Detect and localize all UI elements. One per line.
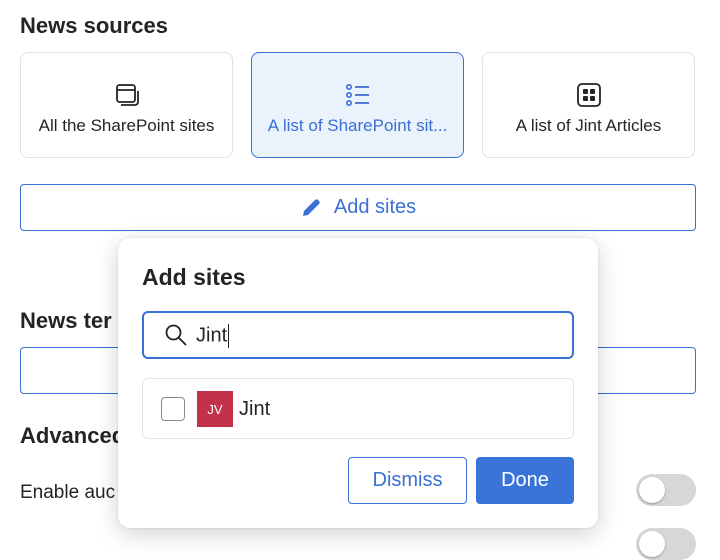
source-option-label: All the SharePoint sites	[38, 116, 215, 135]
site-search-input[interactable]: Jint	[142, 311, 574, 359]
add-sites-popup: Add sites Jint JV Jint Dismiss Done	[118, 238, 598, 528]
add-sites-label: Add sites	[333, 196, 417, 218]
news-template-title: News ter	[20, 308, 112, 333]
toggle-knob	[639, 477, 665, 503]
toggle-knob	[639, 531, 665, 557]
search-icon	[165, 324, 187, 346]
popup-title: Add sites	[142, 264, 246, 290]
grid-icon	[576, 83, 601, 107]
search-value: Jint	[196, 324, 230, 348]
source-option-jint-articles[interactable]: A list of Jint Articles	[482, 52, 695, 158]
site-checkbox[interactable]	[161, 397, 185, 421]
window-stack-icon	[115, 84, 139, 106]
dismiss-button[interactable]: Dismiss	[348, 457, 467, 504]
news-sources-title: News sources	[20, 13, 168, 38]
pencil-icon	[302, 198, 320, 216]
list-icon	[345, 83, 369, 106]
second-toggle[interactable]	[636, 528, 696, 560]
source-option-site-list[interactable]: A list of SharePoint sit...	[251, 52, 464, 158]
enable-toggle[interactable]	[636, 474, 696, 506]
site-name: Jint	[239, 398, 271, 420]
enable-setting-label: Enable auc	[20, 482, 116, 503]
source-option-label: A list of Jint Articles	[515, 116, 662, 135]
site-avatar: JV	[197, 391, 233, 427]
done-button[interactable]: Done	[476, 457, 574, 504]
source-option-all-sites[interactable]: All the SharePoint sites	[20, 52, 233, 158]
advanced-title: Advanced	[20, 423, 126, 448]
site-result-row[interactable]: JV Jint	[142, 378, 574, 439]
source-option-label: A list of SharePoint sit...	[267, 116, 448, 135]
text-caret	[228, 324, 230, 348]
add-sites-button[interactable]: Add sites	[20, 184, 696, 231]
